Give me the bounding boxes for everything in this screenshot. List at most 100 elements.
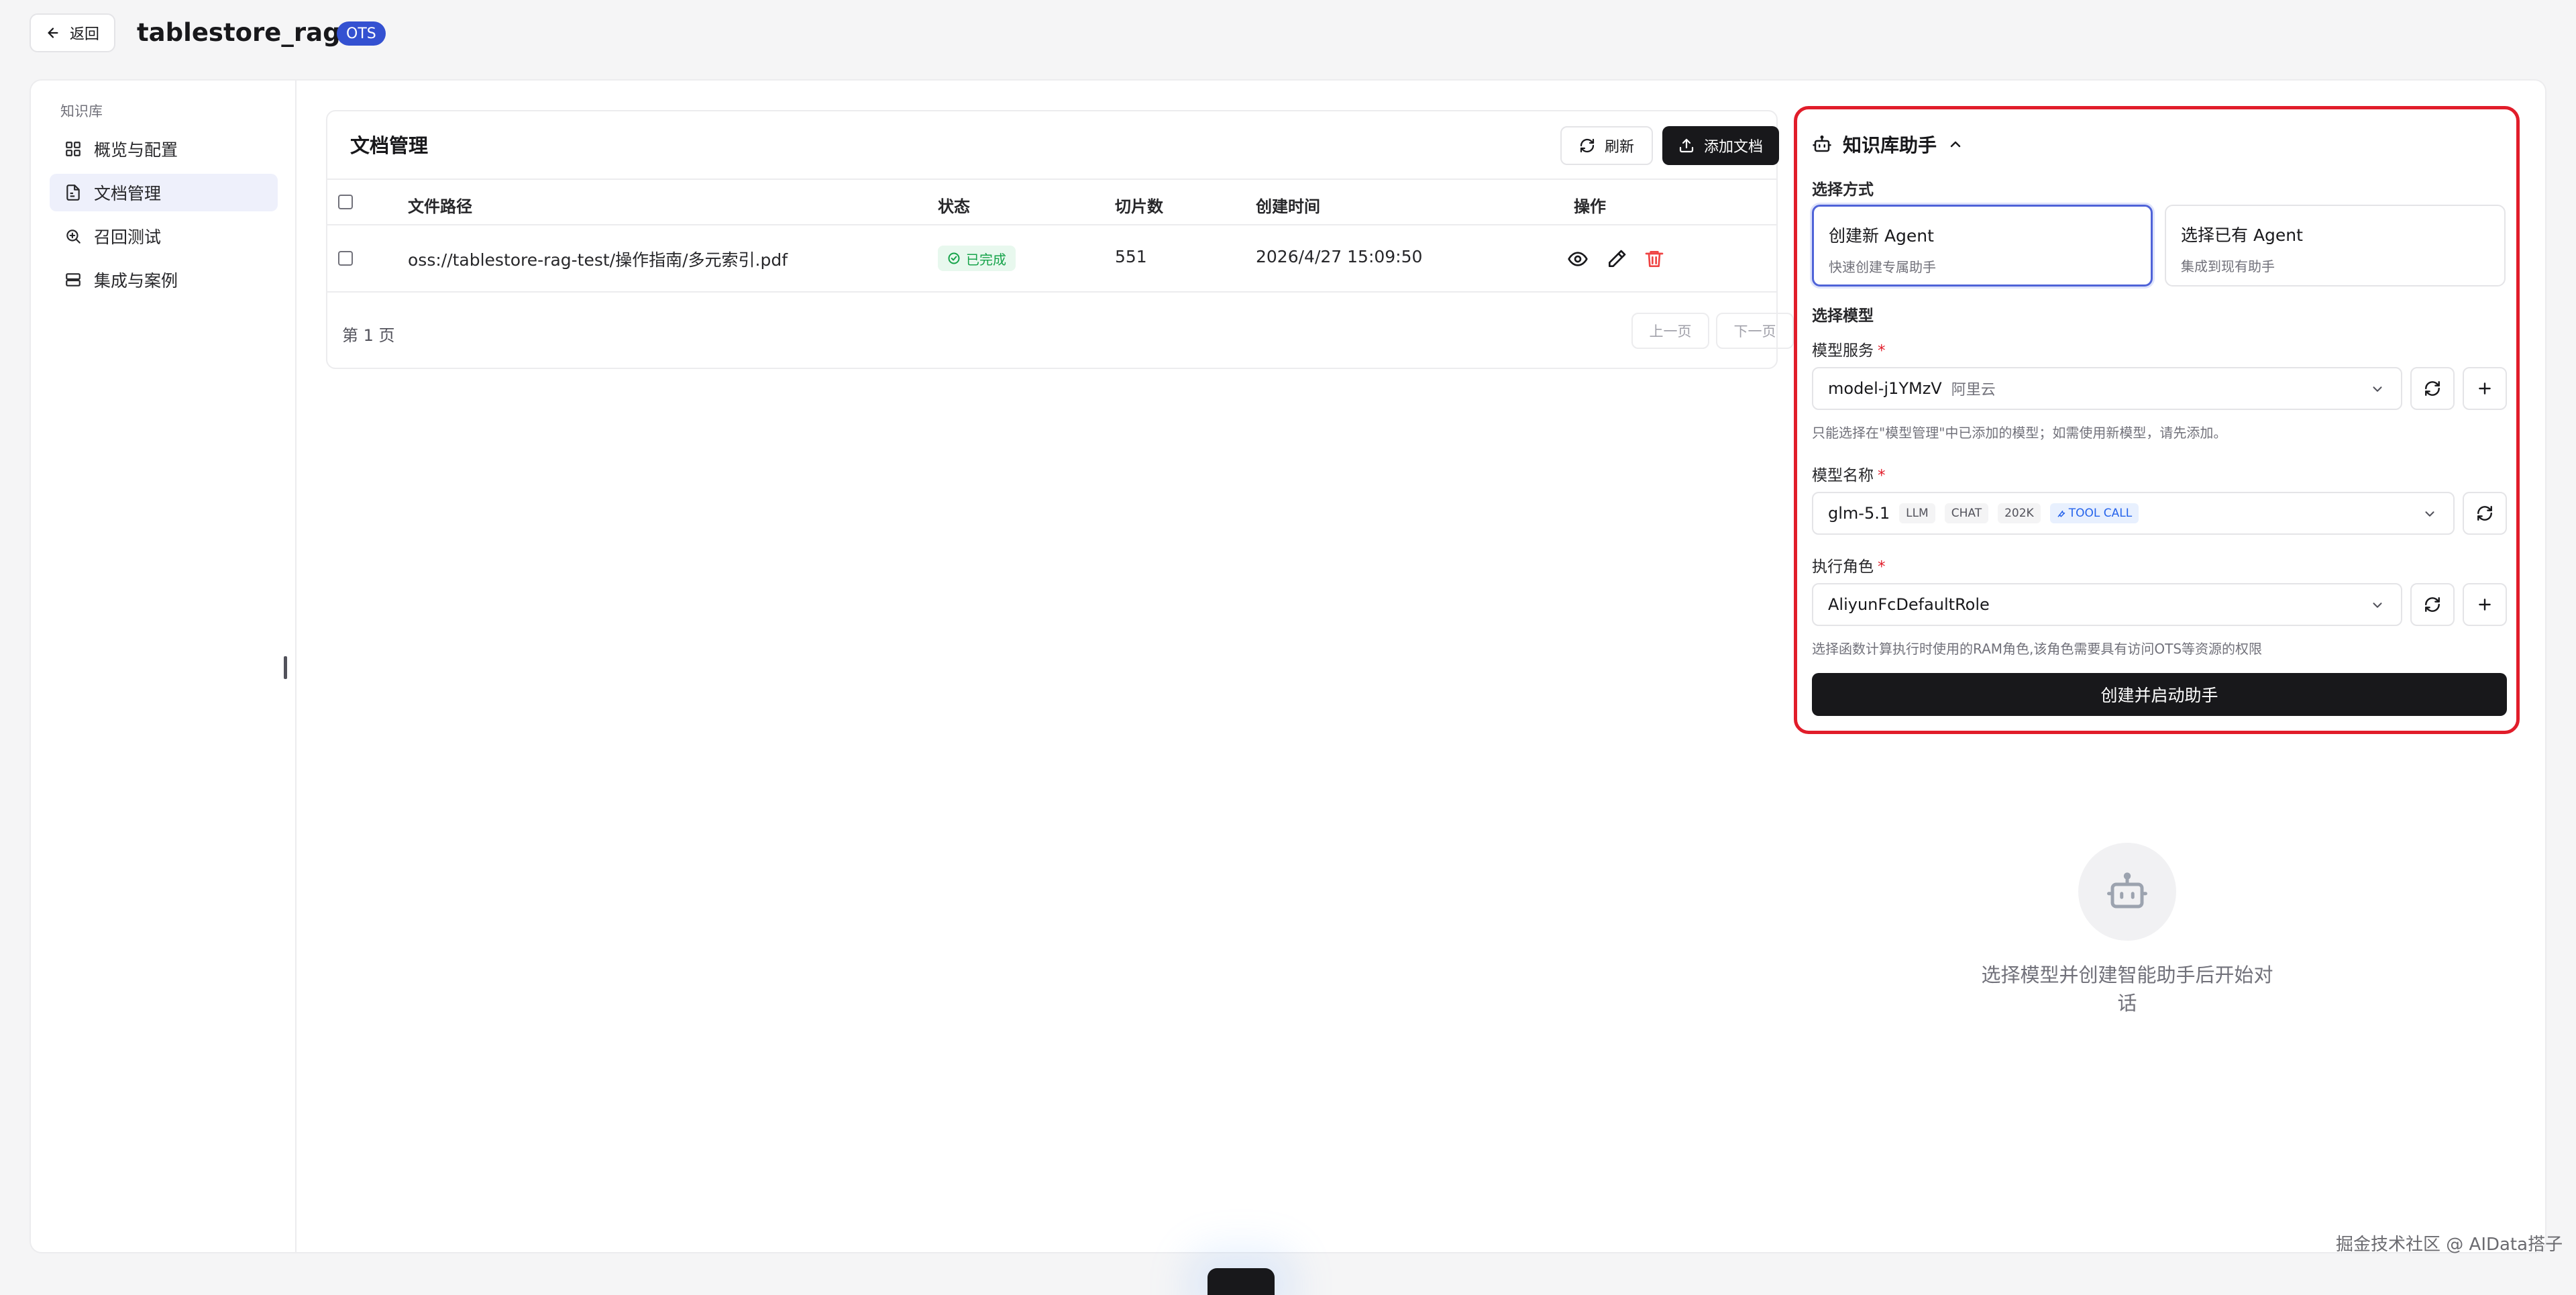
check-circle-icon [947,252,961,265]
refresh-roles-button[interactable] [2410,583,2455,626]
add-role-button[interactable] [2463,583,2507,626]
bot-icon [1812,134,1832,154]
ots-badge: OTS [337,21,386,46]
refresh-icon [1579,138,1595,154]
role-value: AliyunFcDefaultRole [1828,595,1990,614]
sidebar-resize-handle[interactable] [284,656,287,679]
refresh-icon [2424,380,2441,397]
chunk-count: 551 [1115,247,1147,266]
floating-chat-button[interactable] [1208,1268,1275,1295]
create-and-start-assistant-button[interactable]: 创建并启动助手 [1812,673,2507,716]
page-title: tablestore_rag [137,18,341,47]
back-button[interactable]: 返回 [30,13,115,52]
refresh-button[interactable]: 刷新 [1560,126,1653,165]
table-row: oss://tablestore-rag-test/操作指南/多元索引.pdf … [327,225,1776,293]
plus-icon [2476,380,2493,397]
sidebar-item-label: 召回测试 [94,227,162,247]
model-service-label: 模型服务 * [1812,342,1886,360]
tag-llm: LLM [1899,503,1935,523]
model-name-value: glm-5.1 [1828,504,1890,523]
model-name-label: 模型名称 * [1812,467,1886,484]
eye-icon[interactable] [1567,248,1589,270]
empty-state-avatar [2078,843,2176,941]
refresh-model-names-button[interactable] [2463,492,2507,535]
mode-title: 创建新 Agent [1829,226,1934,246]
bot-icon [2105,870,2149,914]
grid-icon [64,140,82,158]
mode-label: 选择方式 [1812,181,1874,199]
empty-state-message: 选择模型并创建智能助手后开始对话 [1981,964,2273,1015]
assistant-title: 知识库助手 [1843,134,1937,156]
mode-subtitle: 快速创建专属助手 [1829,259,1936,275]
page-indicator: 第 1 页 [342,326,395,345]
column-header-actions: 操作 [1574,197,1606,216]
model-service-hint: 只能选择在"模型管理"中已添加的模型；如需使用新模型，请先添加。 [1812,425,2227,441]
column-header-path: 文件路径 [408,197,472,216]
mode-create-new-agent[interactable]: 创建新 Agent 快速创建专属助手 [1812,205,2153,287]
model-name-select[interactable]: glm-5.1 LLM CHAT 202K TOOL CALL [1812,492,2455,535]
document-panel-title: 文档管理 [350,134,429,157]
file-path: oss://tablestore-rag-test/操作指南/多元索引.pdf [408,250,788,270]
role-hint: 选择函数计算执行时使用的RAM角色,该角色需要具有访问OTS等资源的权限 [1812,641,2263,657]
back-button-label: 返回 [69,26,99,43]
sidebar-heading: 知识库 [60,103,103,119]
arrow-left-icon [46,25,60,40]
row-checkbox[interactable] [338,251,353,266]
role-select[interactable]: AliyunFcDefaultRole [1812,583,2402,626]
search-doc-icon [64,227,82,245]
sidebar-item-label: 文档管理 [94,184,162,203]
chevron-down-icon [2422,507,2437,521]
model-section-label: 选择模型 [1812,307,1874,325]
main-card: 知识库 概览与配置 文档管理 召回测试 集成与案例 文档管理 刷新 添加文档 文… [30,79,2546,1253]
role-label: 执行角色 * [1812,558,1886,576]
add-document-button[interactable]: 添加文档 [1662,126,1779,165]
tag-tool-call: TOOL CALL [2049,503,2139,523]
prev-page-button[interactable]: 上一页 [1631,313,1709,349]
refresh-icon [2476,505,2493,522]
column-header-chunks: 切片数 [1115,197,1163,216]
sidebar-item-label: 集成与案例 [94,271,178,291]
server-stack-icon [64,271,82,289]
assistant-header[interactable]: 知识库助手 [1812,131,1964,158]
edit-icon[interactable] [1606,248,1627,270]
column-header-created: 创建时间 [1256,197,1320,216]
refresh-icon [2424,596,2441,613]
watermark: 掘金技术社区 @ AIData搭子 [2336,1235,2563,1255]
created-time: 2026/4/27 15:09:50 [1256,247,1423,266]
tag-chat: CHAT [1944,503,1989,523]
sidebar-item-overview[interactable]: 概览与配置 [50,130,278,168]
plus-icon [2476,596,2493,613]
model-service-value: model-j1YMzV [1828,379,1942,398]
wrench-icon [2057,509,2066,518]
model-service-provider: 阿里云 [1951,382,1996,399]
column-header-status: 状态 [938,197,970,216]
mode-subtitle: 集成到现有助手 [2181,258,2275,274]
assistant-panel: 知识库助手 选择方式 创建新 Agent 快速创建专属助手 选择已有 Agent… [1794,106,2520,734]
sidebar-item-integration[interactable]: 集成与案例 [50,261,278,299]
chevron-up-icon[interactable] [1947,136,1964,152]
sidebar-item-documents[interactable]: 文档管理 [50,174,278,211]
upload-icon [1678,138,1695,154]
model-service-select[interactable]: model-j1YMzV 阿里云 [1812,367,2402,410]
document-panel: 文档管理 刷新 添加文档 文件路径 状态 切片数 创建时间 操作 oss://t… [326,110,1794,369]
top-bar: 返回 tablestore_rag OTS [0,0,2576,67]
status-label: 已完成 [966,251,1006,268]
document-icon [64,184,82,201]
select-all-checkbox[interactable] [338,195,353,209]
refresh-models-button[interactable] [2410,367,2455,410]
sidebar-item-label: 概览与配置 [94,140,178,160]
add-model-service-button[interactable] [2463,367,2507,410]
next-page-button[interactable]: 下一页 [1716,313,1794,349]
add-document-label: 添加文档 [1703,139,1763,156]
status-badge: 已完成 [938,246,1016,271]
mode-title: 选择已有 Agent [2181,225,2303,245]
sidebar: 知识库 概览与配置 文档管理 召回测试 集成与案例 [31,81,297,1252]
chevron-down-icon [2370,382,2385,397]
refresh-label: 刷新 [1604,139,1634,156]
tag-context: 202K [1998,503,2041,523]
chevron-down-icon [2370,598,2385,613]
trash-icon[interactable] [1644,248,1665,270]
sidebar-item-recall-test[interactable]: 召回测试 [50,217,278,255]
table-header: 文件路径 状态 切片数 创建时间 操作 [327,178,1776,225]
mode-select-existing-agent[interactable]: 选择已有 Agent 集成到现有助手 [2165,205,2506,287]
